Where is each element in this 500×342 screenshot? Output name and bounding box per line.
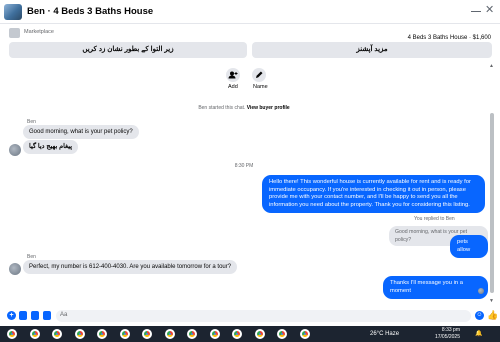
taskbar-browser-icon[interactable] bbox=[29, 329, 40, 339]
clock-time[interactable]: 8:33 pm bbox=[430, 327, 460, 333]
product-title[interactable]: 4 Beds 3 Baths House · $1,600 bbox=[408, 35, 491, 41]
scroll-down-icon[interactable]: ▼ bbox=[489, 298, 494, 304]
message-input[interactable]: Aa bbox=[56, 310, 471, 322]
chat-title[interactable]: Ben · 4 Beds 3 Baths House bbox=[27, 6, 153, 17]
os-taskbar: 26°C Haze 8:33 pm 17/05/2025 🔔 bbox=[0, 326, 500, 342]
taskbar-browser-icon[interactable] bbox=[119, 329, 130, 339]
taskbar-browser-icon[interactable] bbox=[164, 329, 175, 339]
message-incoming[interactable]: پیغام بھیج دیا گیا bbox=[23, 140, 79, 154]
clock-date[interactable]: 17/05/2025 bbox=[427, 334, 460, 340]
plus-icon[interactable]: + bbox=[7, 311, 16, 320]
message-outgoing[interactable]: pets allow bbox=[450, 235, 488, 259]
taskbar-browser-icon[interactable] bbox=[232, 329, 242, 339]
more-options-button[interactable]: مزید آپشنز bbox=[252, 42, 492, 58]
timestamp: 8:30 PM bbox=[234, 163, 254, 169]
photo-icon[interactable] bbox=[19, 311, 27, 320]
marketplace-label: Marketplace bbox=[24, 29, 54, 35]
message-incoming[interactable]: Good morning, what is your pet policy? bbox=[23, 125, 139, 139]
seen-avatar bbox=[478, 288, 484, 294]
avatar[interactable] bbox=[9, 263, 21, 275]
taskbar-browser-icon[interactable] bbox=[277, 329, 287, 339]
notification-icon[interactable]: 🔔 bbox=[475, 330, 482, 337]
listing-thumbnail[interactable] bbox=[4, 4, 22, 20]
chat-scrollbar[interactable]: ▲ ▼ bbox=[488, 63, 496, 306]
taskbar-browser-icon[interactable] bbox=[74, 329, 85, 339]
message-incoming[interactable]: Perfect, my number is 612-400-4030. Are … bbox=[23, 260, 238, 274]
edit-name-icon[interactable] bbox=[252, 68, 266, 82]
chat-header: Ben · 4 Beds 3 Baths House ✕ bbox=[0, 0, 500, 24]
thumbs-up-icon[interactable]: 👍 bbox=[487, 310, 498, 321]
taskbar-browser-icon[interactable] bbox=[97, 329, 107, 339]
add-contact-icon[interactable] bbox=[226, 68, 240, 82]
chat-thread: Add Name Ben started this chat. View buy… bbox=[0, 63, 488, 306]
minimize-icon[interactable] bbox=[470, 5, 482, 17]
sticker-icon[interactable] bbox=[31, 311, 39, 320]
scroll-up-icon[interactable]: ▲ bbox=[489, 63, 494, 69]
marketplace-icon bbox=[9, 28, 20, 38]
mark-pending-button[interactable]: زیر التوا کے بطور نشان زد کریں bbox=[9, 42, 247, 58]
message-outgoing[interactable]: Hello there! This wonderful house is cur… bbox=[262, 175, 485, 214]
taskbar-browser-icon[interactable] bbox=[209, 329, 220, 339]
marketplace-panel: Marketplace 4 Beds 3 Baths House · $1,60… bbox=[0, 25, 500, 63]
taskbar-browser-icon[interactable] bbox=[7, 329, 17, 339]
message-outgoing[interactable]: Thanks I'll message you in a moment bbox=[383, 276, 488, 300]
emoji-icon[interactable]: ☺ bbox=[475, 311, 484, 320]
gif-icon[interactable] bbox=[43, 311, 51, 320]
message-composer: + Aa ☺ 👍 bbox=[0, 306, 500, 326]
taskbar-browser-icon[interactable] bbox=[52, 329, 62, 339]
taskbar-browser-icon[interactable] bbox=[254, 329, 265, 339]
taskbar-browser-icon[interactable] bbox=[187, 329, 197, 339]
chat-started-notice: Ben started this chat. View buyer profil… bbox=[0, 105, 488, 111]
message-placeholder: Aa bbox=[60, 312, 68, 318]
add-label: Add bbox=[228, 84, 238, 90]
scrollbar-thumb[interactable] bbox=[490, 113, 494, 293]
view-buyer-profile-link[interactable]: View buyer profile bbox=[247, 105, 290, 111]
name-label: Name bbox=[253, 84, 268, 90]
chat-started-text: Ben started this chat. bbox=[198, 105, 246, 111]
close-icon[interactable]: ✕ bbox=[485, 3, 494, 16]
taskbar-browser-icon[interactable] bbox=[142, 329, 152, 339]
reply-notice: You replied to Ben bbox=[414, 216, 455, 222]
taskbar-browser-icon[interactable] bbox=[299, 329, 310, 339]
weather-widget[interactable]: 26°C Haze bbox=[370, 331, 399, 337]
avatar[interactable] bbox=[9, 144, 21, 156]
